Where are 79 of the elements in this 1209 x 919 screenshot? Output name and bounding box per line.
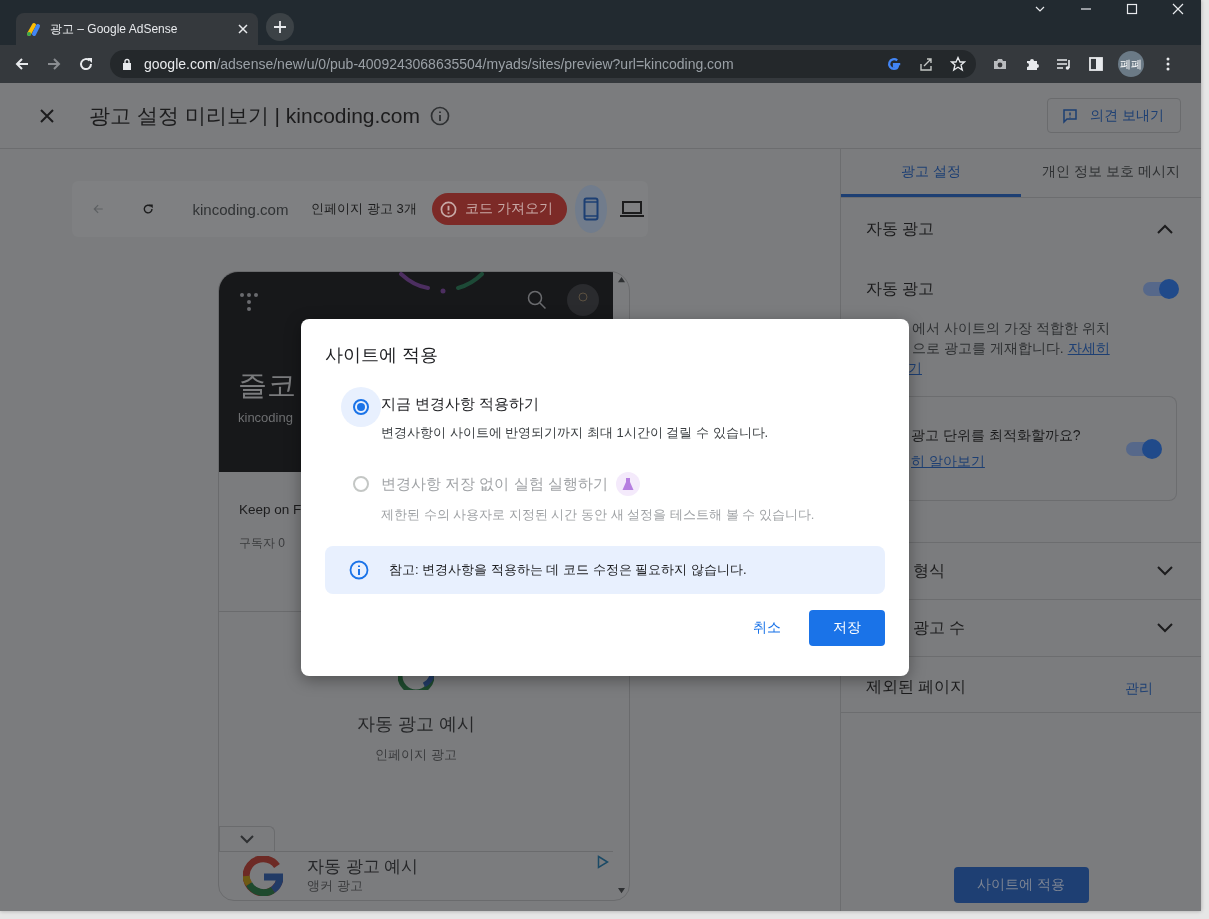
chevron-down-icon [240,834,254,844]
address-bar[interactable]: google.com/adsense/new/u/0/pub-4009243068635504/myads/sites/preview?url=kincoding.com [110,50,976,78]
ad-title: 자동 광고 예시 [307,857,419,877]
option-description: 제한된 수의 사용자로 지정된 시간 동안 새 설정을 테스트해 볼 수 있습니다. [381,506,815,524]
chevron-icon[interactable] [1157,224,1173,234]
puzzle-icon[interactable] [1024,56,1040,72]
google-logo-icon [243,856,283,896]
panel-tab[interactable]: 개인 정보 보호 메시지 [1021,149,1201,197]
info-icon[interactable] [430,105,451,126]
apply-button[interactable]: 사이트에 적용 [953,867,1089,903]
optimize-question: 광고 단위를 최적화할까요? [911,426,1081,445]
back-icon[interactable] [14,56,30,72]
post-title: Keep on F [239,502,302,517]
section-heading: 형식 [913,560,945,581]
info-icon [349,560,369,580]
description-text: 으로 광고를 게재합니다. [912,339,1064,358]
chevron-icon[interactable] [1157,566,1173,576]
tab-title: 광고 – Google AdSense [50,20,179,38]
blog-domain: kincoding [237,410,294,425]
playlist-icon[interactable] [1056,56,1072,72]
scroll-down-icon[interactable] [616,887,626,894]
collapse-tab[interactable] [219,826,275,851]
panel-tab[interactable]: 광고 설정 [841,149,1021,197]
adsense-logo-icon [26,21,42,37]
google-icon[interactable] [886,56,902,72]
description-text: 에서 사이트의 가장 적합한 위치 [912,319,1111,338]
section-heading: 자동 광고 [866,218,935,239]
section-heading: 제외된 페이지 [866,677,967,697]
browser-tab[interactable]: 광고 – Google AdSense [16,13,258,45]
side-panel-icon[interactable] [1088,56,1104,72]
section-heading: 광고 수 [913,617,966,638]
radio-button[interactable] [341,387,381,427]
note-text: 참고: 변경사항을 적용하는 데 코드 수정은 필요하지 않습니다. [389,561,747,579]
profile-avatar[interactable]: 폐폐 [1118,51,1144,77]
feedback-icon [1062,107,1079,124]
ad-label: 앵커 광고 [307,877,364,895]
scroll-up-icon[interactable] [616,276,626,283]
toggle-switch[interactable] [1126,441,1160,456]
subscriber-count: 구독자 0 [239,535,285,552]
star-icon[interactable] [950,56,966,72]
feedback-button[interactable]: 의견 보내기 [1047,98,1181,133]
phone-icon [582,197,599,221]
search-icon[interactable] [527,290,547,310]
ad-count: 인페이지 광고 3개 [311,200,417,218]
site-name: kincoding.com [192,200,290,218]
dialog-title: 사이트에 적용 [325,344,439,367]
option-label: 변경사항 저장 없이 실험 실행하기 [381,474,608,494]
close-tab-icon[interactable] [238,24,248,34]
url-text: google.com/adsense/new/u/0/pub-4009243068635504/myads/sites/preview?url=kincoding.com [144,56,734,72]
learn-more-link[interactable]: 자세히 [1067,338,1110,358]
google-logo-icon [398,676,434,690]
blog-title: 즐코 [237,368,297,402]
save-button[interactable]: 저장 [809,610,885,646]
maximize-icon[interactable] [1126,3,1138,15]
lock-icon [122,58,132,70]
ad-label: 인페이지 광고 [375,746,457,764]
camera-icon[interactable] [992,56,1008,72]
reload-icon[interactable] [78,56,94,72]
ad-title: 자동 광고 예시 [357,713,475,736]
cancel-button[interactable]: 취소 [749,610,785,646]
learn-more-link[interactable]: 기 [908,358,1201,378]
learn-more-link[interactable]: 히 알아보기 [911,452,1081,471]
chevron-icon[interactable] [1157,623,1173,633]
toggle-switch[interactable] [1143,282,1177,296]
alert-icon [439,200,457,218]
phone-view-button[interactable] [574,185,608,233]
ad-choices-icon[interactable] [597,855,609,869]
laptop-icon [619,200,644,218]
share-icon[interactable] [918,56,934,72]
page-title: 광고 설정 미리보기 | kincoding.com [89,102,421,129]
new-tab-button[interactable] [266,13,294,41]
forward-icon[interactable] [46,56,62,72]
toggle-label: 자동 광고 [866,278,935,299]
option-description: 변경사항이 사이트에 반영되기까지 최대 1시간이 걸릴 수 있습니다. [381,424,769,442]
option-label: 지금 변경사항 적용하기 [381,395,540,414]
plus-icon [274,21,286,33]
get-code-button[interactable]: 코드 가져오기 [431,193,567,225]
manage-link[interactable]: 관리 [1125,680,1153,698]
dots-menu-icon[interactable] [239,292,259,312]
